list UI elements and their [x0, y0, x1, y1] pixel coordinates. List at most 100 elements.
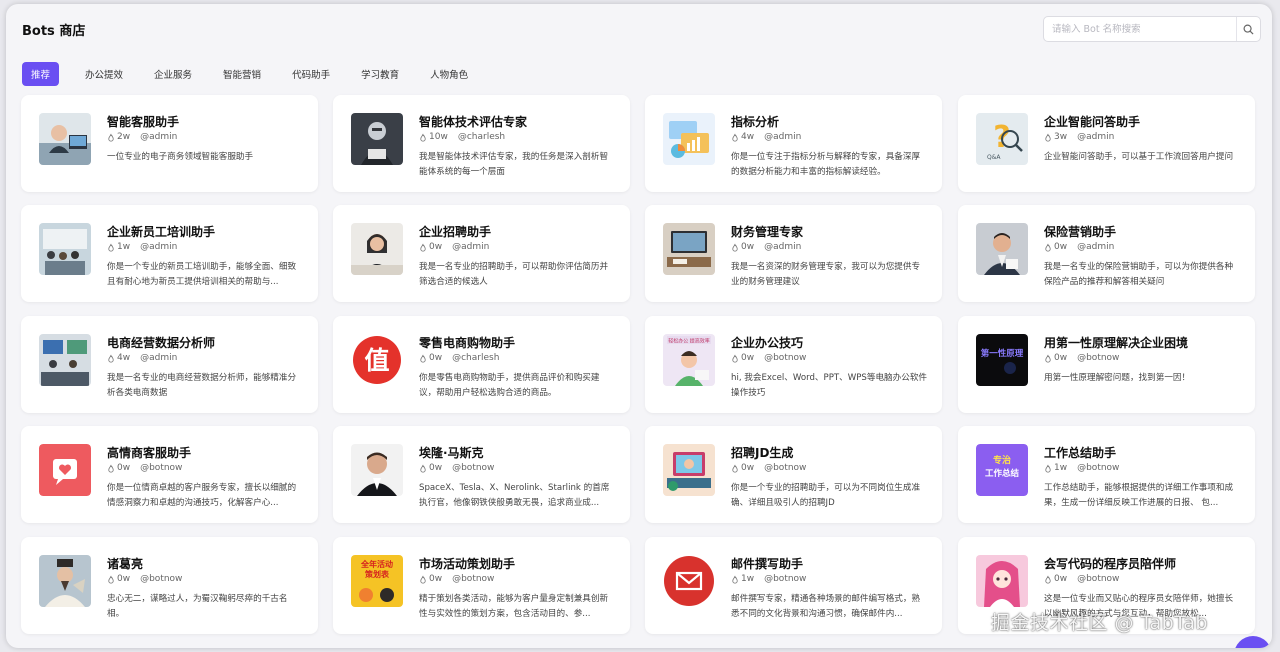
bot-heat: 0w	[731, 242, 754, 252]
search-input[interactable]	[1044, 17, 1236, 41]
bot-card[interactable]: 埃隆·马斯克 0w @botnow SpaceX、Tesla、X、Nerolin…	[333, 426, 630, 523]
bot-card[interactable]: 全年活动 策划表 市场活动策划助手 0w @botnow 精于策划各类活动，能够为…	[333, 537, 630, 634]
search-button[interactable]	[1236, 17, 1260, 41]
flame-icon	[732, 575, 738, 583]
svg-text:工作总结: 工作总结	[985, 468, 1020, 479]
bot-card[interactable]: 企业招聘助手 0w @admin 我是一名专业的招聘助手，可以帮助你评估简历并筛…	[333, 205, 630, 302]
bot-author: @botnow	[452, 463, 495, 473]
tab-5[interactable]: 学习教育	[352, 63, 408, 85]
bot-description: 我是智能体技术评估专家，我的任务是深入剖析智能体系统的每一个层面	[419, 152, 609, 177]
flame-icon	[1045, 575, 1051, 583]
bot-author: @botnow	[1077, 463, 1120, 473]
bot-heat: 1w	[1044, 463, 1067, 473]
bot-heat-value: 0w	[429, 463, 443, 473]
jd-illustration-icon	[663, 444, 715, 496]
svg-text:值: 值	[364, 346, 389, 375]
flame-icon	[420, 243, 426, 251]
bot-heat-value: 0w	[117, 463, 131, 473]
bot-heat: 0w	[1044, 353, 1067, 363]
bot-card[interactable]: 诸葛亮 0w @botnow 忠心无二，谋略过人，为蜀汉鞠躬尽瘁的千古名相。	[21, 537, 318, 634]
bot-name: 企业智能问答助手	[1044, 115, 1141, 129]
tab-3[interactable]: 智能营销	[214, 63, 270, 85]
svg-text:专治: 专治	[993, 454, 1011, 466]
bot-name: 企业新员工培训助手	[107, 225, 216, 239]
bot-heat: 3w	[1044, 132, 1067, 142]
bot-card[interactable]: 企业新员工培训助手 1w @admin 你是一个专业的新员工培训助手，能够全面、…	[21, 205, 318, 302]
bot-heat: 0w	[419, 463, 442, 473]
bot-author: @botnow	[140, 574, 183, 584]
bot-heat-value: 0w	[117, 574, 131, 584]
tab-4[interactable]: 代码助手	[283, 63, 339, 85]
bot-description: SpaceX、Tesla、X、Nerolink、Starlink 的首席执行官，…	[419, 483, 610, 508]
bot-meta: 0w @botnow	[731, 463, 806, 473]
flame-icon	[108, 133, 114, 141]
bot-heat-value: 1w	[1054, 463, 1068, 473]
flame-icon	[732, 464, 738, 472]
bot-card[interactable]: 电商经营数据分析师 4w @admin 我是一名专业的电商经营数据分析师，能够精…	[21, 316, 318, 413]
flame-icon	[420, 133, 426, 141]
bot-heat: 1w	[731, 574, 754, 584]
bot-thumbnail	[663, 555, 715, 607]
bot-thumbnail: 轻松办公 提高效率	[663, 334, 715, 386]
bot-card[interactable]: 值 零售电商购物助手 0w @charlesh 你是零售电商购物助手，提供商品评…	[333, 316, 630, 413]
bot-description: 我是一名专业的保险营销助手，可以为你提供各种保险产品的推荐和解答相关疑问	[1044, 262, 1234, 287]
data-office-icon	[39, 334, 91, 386]
bot-card[interactable]: 专治 工作总结 工作总结助手 1w @botnow 工作总结助手，能够根据提供的详…	[958, 426, 1255, 523]
bot-name: 电商经营数据分析师	[107, 336, 216, 350]
bot-card[interactable]: 招聘JD生成 0w @botnow 你是一个专业的招聘助手，可以为不同岗位生成准…	[645, 426, 942, 523]
bot-heat-value: 0w	[1054, 242, 1068, 252]
svg-text:Q&A: Q&A	[987, 154, 1001, 161]
recruiter-avatar-icon	[351, 223, 403, 275]
bot-meta: 1w @admin	[107, 242, 177, 252]
bot-name: 智能体技术评估专家	[419, 115, 528, 129]
bot-thumbnail	[663, 223, 715, 275]
qa-question-icon: ?Q&A	[976, 113, 1028, 165]
bot-heat-value: 1w	[741, 574, 755, 584]
bot-description: 你是一个专业的新员工培训助手，能够全面、细致且有耐心地为新员工提供培训相关的帮助…	[107, 262, 297, 287]
bot-card[interactable]: 第一性原理 用第一性原理解决企业困境 0w @botnow 用第一性原理解密问题…	[958, 316, 1255, 413]
tab-6[interactable]: 人物角色	[421, 63, 477, 85]
tab-1[interactable]: 办公提效	[76, 63, 132, 85]
bot-name: 指标分析	[731, 115, 780, 129]
tab-2[interactable]: 企业服务	[145, 63, 201, 85]
tab-0[interactable]: 推荐	[22, 62, 60, 86]
bot-meta: 1w @botnow	[731, 574, 806, 584]
bot-author: @admin	[764, 242, 802, 252]
flame-icon	[420, 464, 426, 472]
bot-card[interactable]: 邮件撰写助手 1w @botnow 邮件撰写专家，精通各种场景的邮件编写格式，熟…	[645, 537, 942, 634]
bot-description: 用第一性原理解密问题，找到第一因！	[1044, 373, 1191, 383]
floating-action-button[interactable]	[1234, 636, 1272, 648]
bot-description: 你是一个专业的招聘助手，可以为不同岗位生成准确、详细且吸引人的招聘JD	[731, 483, 921, 508]
bot-author: @botnow	[1077, 574, 1120, 584]
bot-heat: 0w	[731, 353, 754, 363]
bot-card[interactable]: 智能体技术评估专家 10w @charlesh 我是智能体技术评估专家，我的任务…	[333, 95, 630, 192]
bot-card[interactable]: 指标分析 4w @admin 你是一位专注于指标分析与解释的专家，具备深厚的数据…	[645, 95, 942, 192]
robot-expert-avatar-icon	[351, 113, 403, 165]
bot-card[interactable]: 轻松办公 提高效率 企业办公技巧 0w @botnow hi, 我会Excel、…	[645, 316, 942, 413]
search-box	[1043, 16, 1261, 42]
bot-heat: 1w	[107, 242, 130, 252]
bot-heat: 0w	[107, 574, 130, 584]
bot-card[interactable]: 保险营销助手 0w @admin 我是一名专业的保险营销助手，可以为你提供各种保…	[958, 205, 1255, 302]
first-principle-icon: 第一性原理	[976, 334, 1028, 386]
zhi-value-logo-icon: 值	[351, 334, 403, 386]
bot-meta: 0w @botnow	[1044, 574, 1119, 584]
bot-meta: 4w @admin	[107, 353, 177, 363]
bot-meta: 1w @botnow	[1044, 463, 1119, 473]
bot-meta: 0w @botnow	[419, 463, 494, 473]
bot-heat: 4w	[107, 353, 130, 363]
bot-meta: 0w @botnow	[731, 353, 806, 363]
heart-message-icon	[39, 444, 91, 496]
bot-card[interactable]: 高情商客服助手 0w @botnow 你是一位情商卓越的客户服务专家，擅长以细腻…	[21, 426, 318, 523]
bot-meta: 2w @admin	[107, 132, 177, 142]
bot-card[interactable]: 财务管理专家 0w @admin 我是一名资深的财务管理专家，我可以为您提供专业…	[645, 205, 942, 302]
bot-thumbnail	[39, 444, 91, 496]
flame-icon	[108, 575, 114, 583]
bot-card[interactable]: 智能客服助手 2w @admin 一位专业的电子商务领域智能客服助手	[21, 95, 318, 192]
bot-thumbnail: 专治 工作总结	[976, 444, 1028, 496]
watermark-text: 掘金技术社区 @ TabTab	[991, 612, 1208, 634]
bot-description: 我是一名专业的电商经营数据分析师，能够精准分析各类电商数据	[107, 373, 297, 398]
bot-thumbnail	[351, 113, 403, 165]
office-tips-illustration-icon: 轻松办公 提高效率	[663, 334, 715, 386]
bot-card[interactable]: ? Q&A 企业智能问答助手 3w @admin 企业智能问答助手，可以基于工作流…	[958, 95, 1255, 192]
